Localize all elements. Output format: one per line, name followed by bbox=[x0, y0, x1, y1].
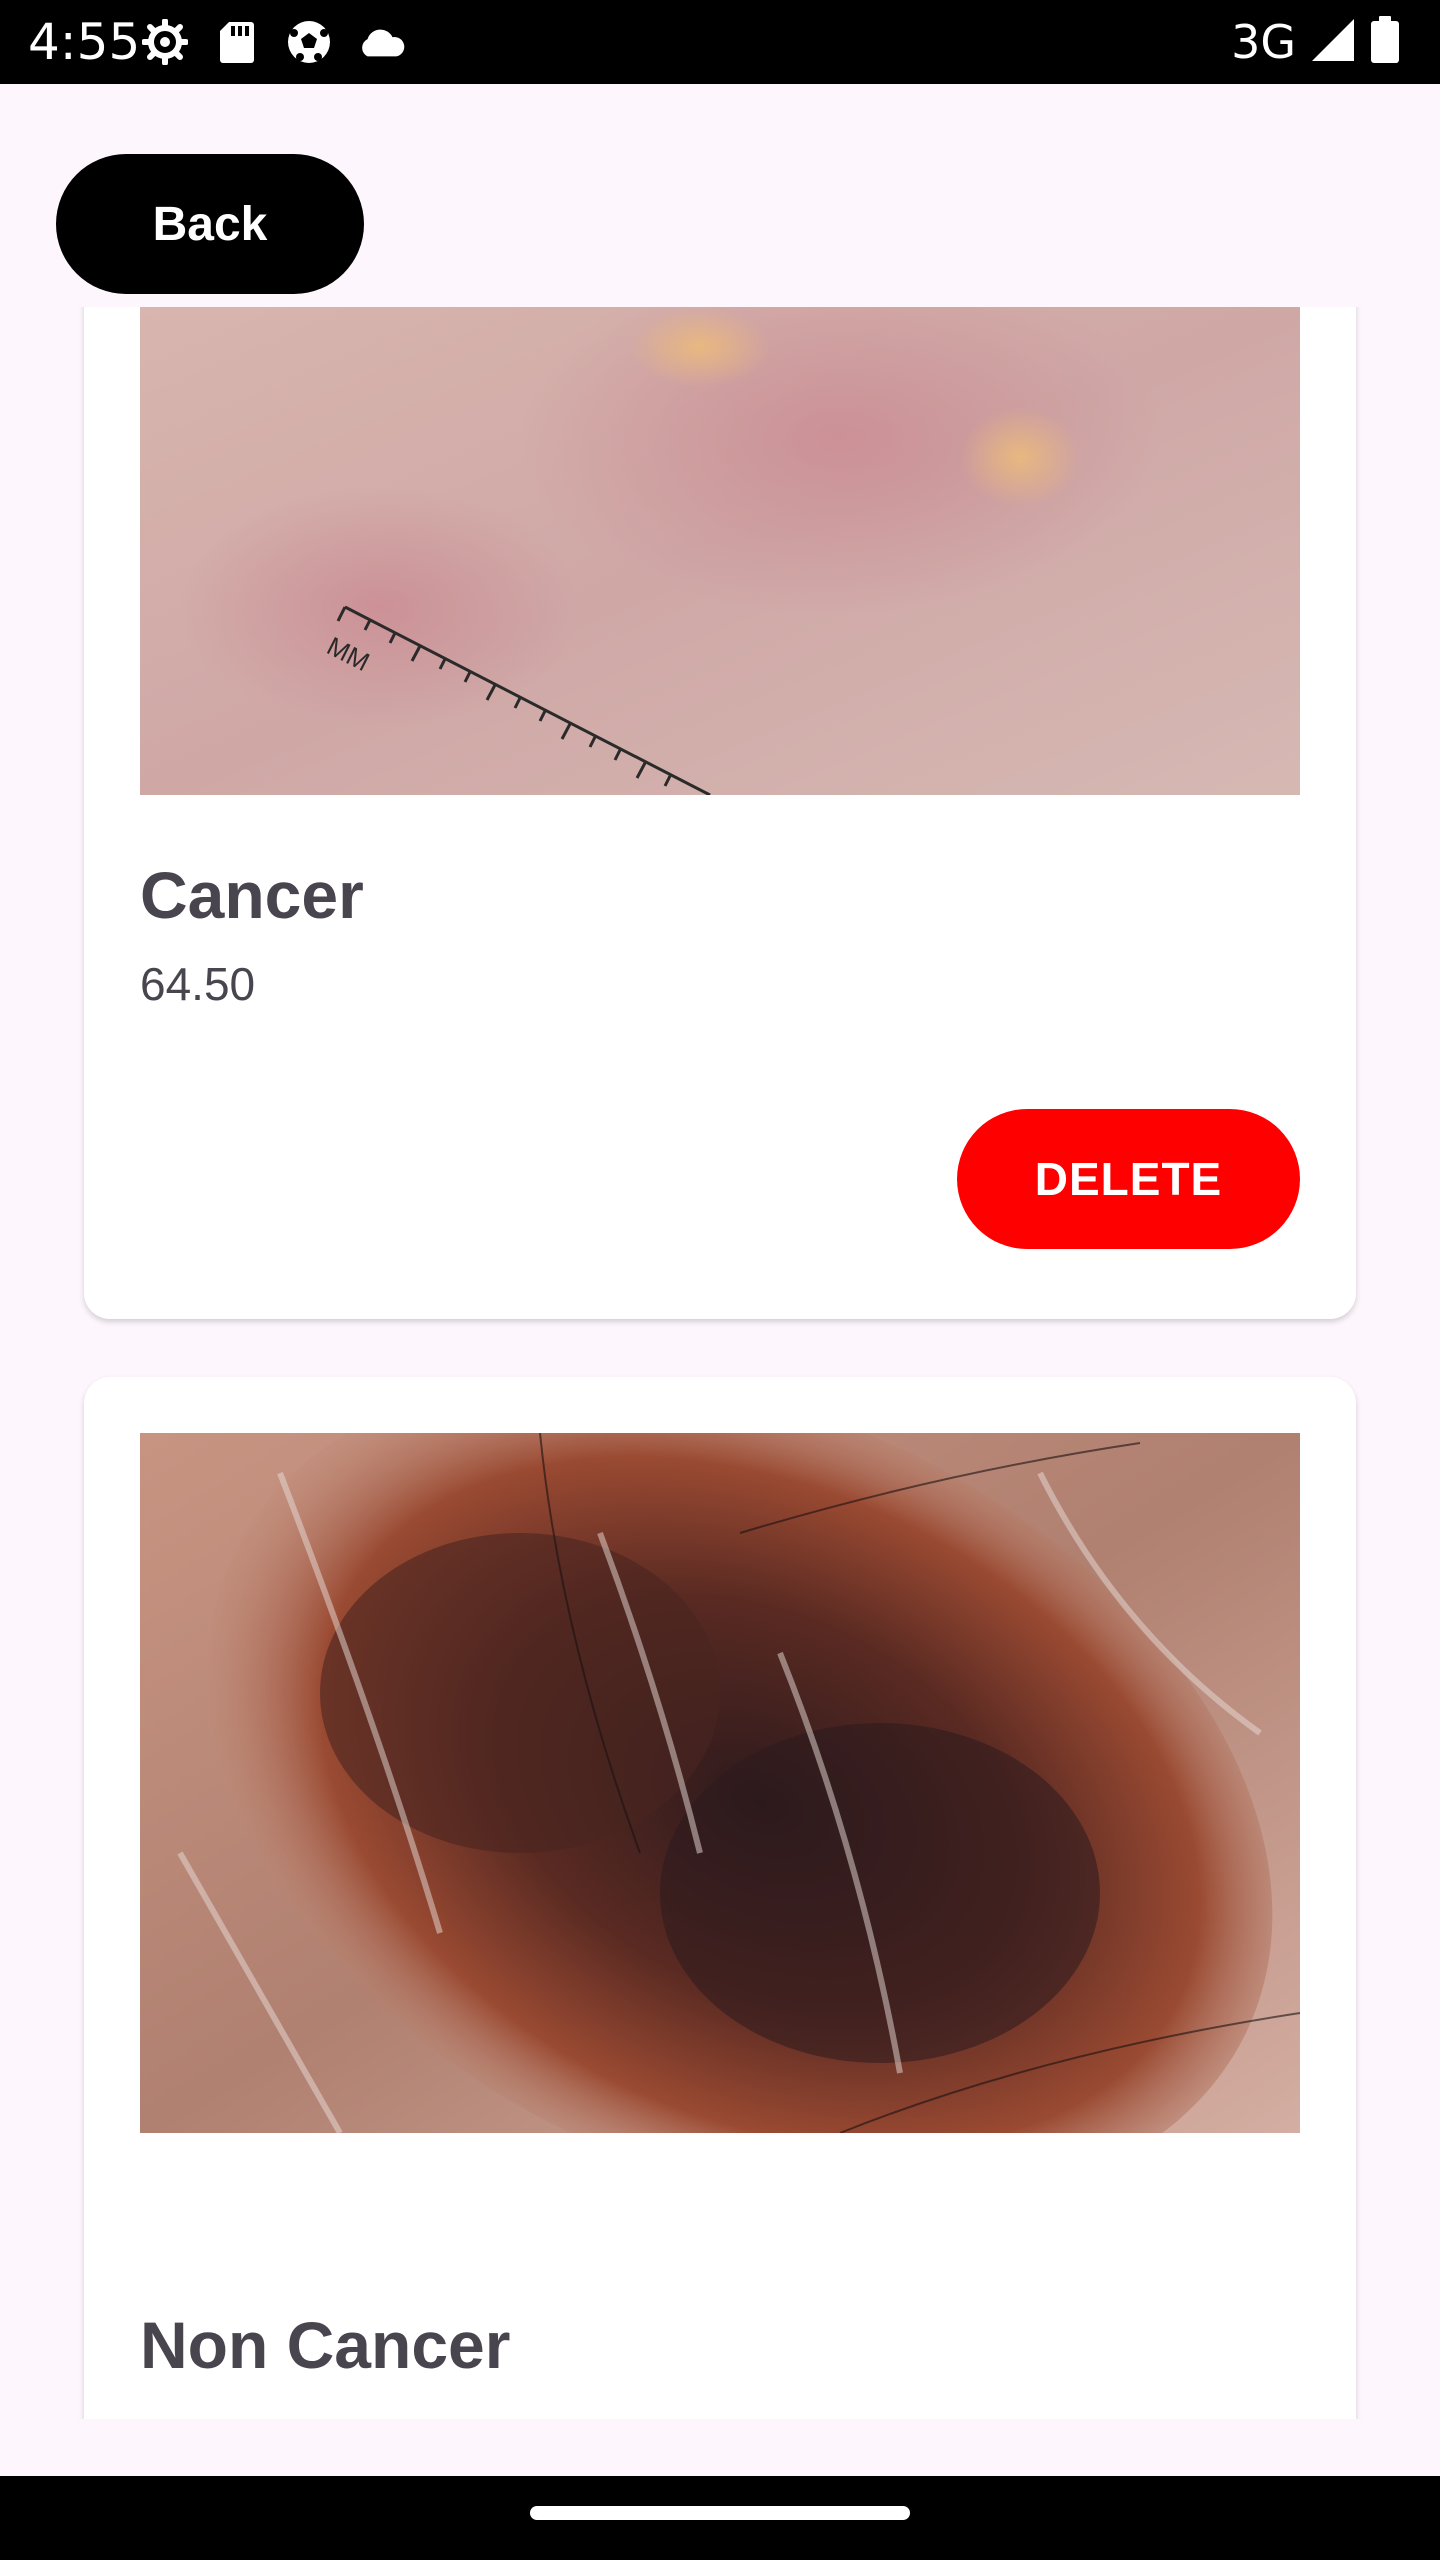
network-type-label: 3G bbox=[1231, 15, 1296, 69]
result-card: Non Cancer 57.46 bbox=[84, 1377, 1356, 2419]
status-icons-left bbox=[140, 18, 406, 66]
result-score: 64.50 bbox=[140, 958, 256, 1010]
results-list[interactable]: MM Cancer 64.50 DELETE Non Cancer bbox=[0, 307, 1440, 2419]
result-card: MM Cancer 64.50 DELETE bbox=[84, 307, 1356, 1319]
result-score: 57.46 bbox=[140, 2409, 255, 2419]
back-button[interactable]: Back bbox=[56, 154, 364, 294]
lesion-photo: MM bbox=[140, 307, 1300, 795]
result-label: Cancer bbox=[140, 858, 364, 932]
lesion-photo bbox=[140, 1433, 1300, 2133]
home-gesture-handle[interactable] bbox=[530, 2506, 910, 2520]
result-label: Non Cancer bbox=[140, 2308, 511, 2382]
status-bar: 4:55 3G bbox=[0, 0, 1440, 84]
cloud-icon bbox=[356, 18, 406, 66]
battery-icon bbox=[1370, 15, 1400, 69]
soccer-ball-icon bbox=[284, 18, 334, 66]
delete-button[interactable]: DELETE bbox=[957, 1109, 1300, 1249]
settings-icon bbox=[140, 18, 190, 66]
status-time: 4:55 bbox=[28, 13, 141, 71]
signal-icon bbox=[1310, 17, 1356, 68]
sd-card-icon bbox=[212, 18, 262, 66]
status-icons-right: 3G bbox=[1231, 12, 1400, 72]
